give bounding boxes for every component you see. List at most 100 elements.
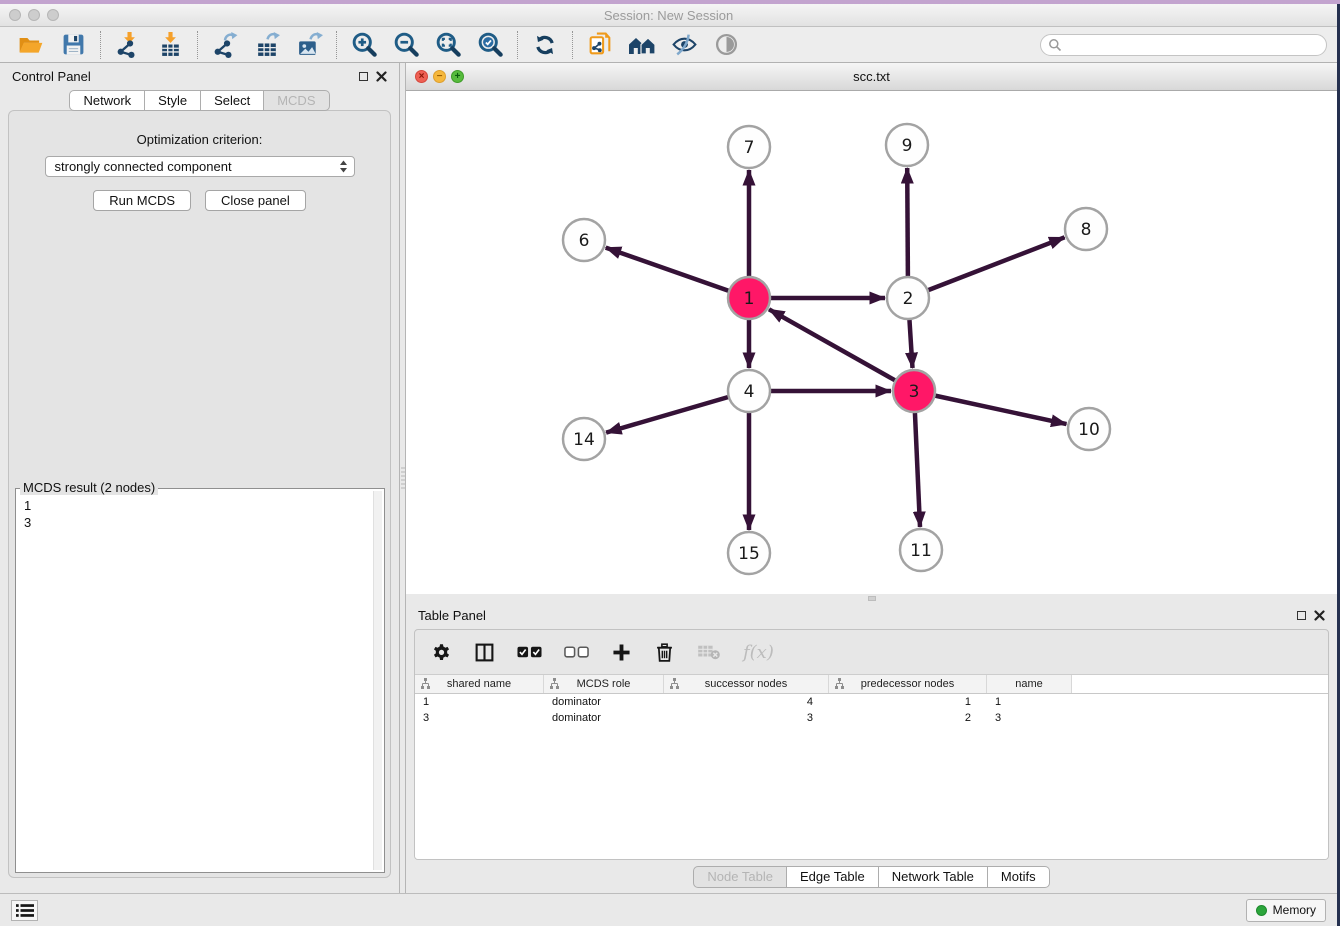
export-network-icon[interactable]: [211, 30, 239, 60]
export-table-icon[interactable]: [253, 30, 281, 60]
mcds-result-text[interactable]: 1 3: [18, 491, 372, 870]
table-row[interactable]: 1dominator411: [415, 694, 1328, 710]
graph-node-2[interactable]: 2: [887, 277, 929, 319]
close-panel-button[interactable]: Close panel: [205, 190, 306, 211]
select-all-columns-icon[interactable]: [517, 646, 542, 659]
save-session-icon[interactable]: [59, 30, 87, 60]
split-columns-icon[interactable]: [474, 642, 495, 663]
graph-node-10[interactable]: 10: [1068, 408, 1110, 450]
gear-icon[interactable]: [431, 642, 452, 663]
tree-icon: [669, 678, 680, 692]
search-field[interactable]: [1040, 34, 1327, 56]
column-header-predecessor-nodes[interactable]: predecessor nodes: [829, 675, 987, 693]
status-bar: Memory: [0, 893, 1337, 926]
export-image-icon[interactable]: [295, 30, 323, 60]
task-history-icon[interactable]: [11, 900, 38, 921]
share-document-icon[interactable]: [586, 30, 614, 60]
tree-icon: [420, 678, 431, 692]
window-titlebar[interactable]: Session: New Session: [0, 4, 1337, 27]
svg-text:4: 4: [744, 382, 755, 402]
maximize-network-icon[interactable]: +: [451, 70, 464, 83]
zoom-out-icon[interactable]: [392, 30, 420, 60]
memory-label: Memory: [1273, 903, 1316, 917]
network-window-controls: × − +: [415, 70, 464, 83]
delete-column-icon[interactable]: [654, 642, 675, 663]
close-panel-icon[interactable]: [376, 71, 387, 82]
graph-node-1[interactable]: 1: [728, 277, 770, 319]
graph-edge-2-8[interactable]: [928, 237, 1065, 290]
main-toolbar: [0, 27, 1337, 63]
desktop: Session: New Session: [0, 0, 1340, 926]
tab-network[interactable]: Network: [69, 90, 145, 111]
show-graphics-details-icon[interactable]: [712, 30, 740, 60]
toolbar-separator: [517, 31, 518, 59]
import-table-icon[interactable]: [156, 30, 184, 60]
graph-edge-2-9[interactable]: [907, 168, 908, 277]
zoom-in-icon[interactable]: [350, 30, 378, 60]
tab-network-table[interactable]: Network Table: [879, 866, 988, 888]
network-canvas[interactable]: 7 9 6 8 1 2 4 3 14 10 15 11: [406, 91, 1337, 594]
minimize-network-icon[interactable]: −: [433, 70, 446, 83]
svg-text:2: 2: [903, 289, 914, 309]
node-table[interactable]: shared nameMCDS rolesuccessor nodesprede…: [415, 674, 1328, 859]
svg-text:14: 14: [573, 430, 595, 450]
graph-node-3[interactable]: 3: [893, 370, 935, 412]
graph-node-7[interactable]: 7: [728, 126, 770, 168]
svg-text:9: 9: [902, 136, 913, 156]
run-mcds-button[interactable]: Run MCDS: [93, 190, 191, 211]
column-header-MCDS-role[interactable]: MCDS role: [544, 675, 664, 693]
column-header-successor-nodes[interactable]: successor nodes: [664, 675, 829, 693]
result-scrollbar[interactable]: [373, 491, 382, 870]
graph-node-8[interactable]: 8: [1065, 208, 1107, 250]
home-icon[interactable]: [628, 30, 656, 60]
tab-select[interactable]: Select: [201, 90, 264, 111]
apply-layout-refresh-icon[interactable]: [531, 30, 559, 60]
tab-edge-table[interactable]: Edge Table: [787, 866, 879, 888]
close-window-icon[interactable]: [9, 9, 21, 21]
graph-node-11[interactable]: 11: [900, 529, 942, 571]
zoom-fit-icon[interactable]: [434, 30, 462, 60]
network-window-title: scc.txt: [853, 69, 890, 84]
svg-text:3: 3: [909, 382, 920, 402]
float-panel-icon[interactable]: [359, 72, 368, 81]
graph-node-15[interactable]: 15: [728, 532, 770, 574]
tab-motifs[interactable]: Motifs: [988, 866, 1050, 888]
import-network-icon[interactable]: [114, 30, 142, 60]
graph-node-9[interactable]: 9: [886, 124, 928, 166]
close-network-icon[interactable]: ×: [415, 70, 428, 83]
tab-mcds[interactable]: MCDS: [264, 90, 329, 111]
close-panel-icon[interactable]: [1314, 610, 1325, 621]
zoom-selected-icon[interactable]: [476, 30, 504, 60]
search-input[interactable]: [1062, 36, 1319, 54]
column-header-shared-name[interactable]: shared name: [415, 675, 544, 693]
splitter-grip[interactable]: [401, 467, 405, 489]
graph-edge-4-14[interactable]: [606, 397, 729, 433]
memory-button[interactable]: Memory: [1246, 899, 1326, 922]
column-header-name[interactable]: name: [987, 675, 1072, 693]
deselect-all-columns-icon[interactable]: [564, 646, 589, 659]
table-row[interactable]: 3dominator323: [415, 710, 1328, 726]
graph-node-6[interactable]: 6: [563, 219, 605, 261]
optimization-criterion-dropdown[interactable]: strongly connected component: [45, 156, 355, 177]
graph-edge-1-6[interactable]: [606, 248, 730, 291]
svg-text:10: 10: [1078, 420, 1100, 440]
dropdown-value: strongly connected component: [55, 159, 337, 174]
graph-node-4[interactable]: 4: [728, 370, 770, 412]
graph-edge-3-10[interactable]: [935, 396, 1067, 425]
graph-edge-3-1[interactable]: [769, 309, 896, 380]
tab-node-table[interactable]: Node Table: [693, 866, 787, 888]
add-column-icon[interactable]: [611, 642, 632, 663]
hide-graphics-details-icon[interactable]: [670, 30, 698, 60]
splitter-grip[interactable]: [868, 596, 876, 601]
open-folder-icon[interactable]: [17, 30, 45, 60]
network-window-titlebar[interactable]: × − + scc.txt: [406, 63, 1337, 91]
horizontal-splitter[interactable]: [406, 594, 1337, 602]
vertical-splitter[interactable]: [399, 63, 406, 893]
minimize-window-icon[interactable]: [28, 9, 40, 21]
graph-edge-3-11[interactable]: [915, 412, 920, 527]
maximize-window-icon[interactable]: [47, 9, 59, 21]
float-panel-icon[interactable]: [1297, 611, 1306, 620]
graph-edge-2-3[interactable]: [909, 319, 912, 368]
graph-node-14[interactable]: 14: [563, 418, 605, 460]
tab-style[interactable]: Style: [145, 90, 201, 111]
